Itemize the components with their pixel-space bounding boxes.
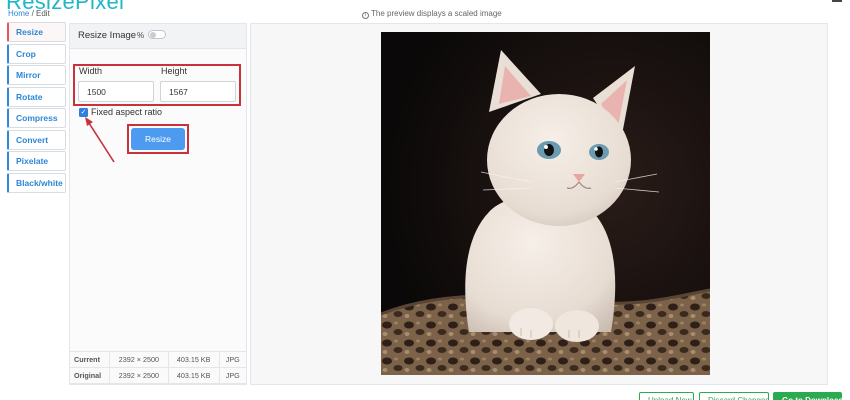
breadcrumb-current: Edit (36, 9, 50, 18)
tab-pixelate[interactable]: Pixelate (7, 151, 66, 171)
preview-note: i The preview displays a scaled image (362, 9, 502, 19)
height-label: Height (161, 66, 188, 76)
tab-crop[interactable]: Crop (7, 43, 66, 64)
row-label: Original (69, 367, 110, 384)
breadcrumb-home-link[interactable]: Home (8, 9, 29, 18)
resize-button[interactable]: Resize (131, 128, 185, 150)
table-row: Current 2392 × 2500 403.15 KB JPG (69, 351, 248, 368)
percent-toggle[interactable] (148, 30, 166, 39)
size-cell: 403.15 KB (167, 367, 220, 384)
preview-note-text: The preview displays a scaled image (371, 9, 502, 18)
info-icon: i (362, 12, 369, 19)
tab-convert[interactable]: Convert (7, 129, 66, 150)
kitten-photo (381, 32, 710, 375)
table-row: Original 2392 × 2500 403.15 KB JPG (69, 367, 248, 384)
tab-black-white[interactable]: Black/white (7, 172, 66, 193)
tab-compress[interactable]: Compress (7, 108, 66, 128)
go-to-download-button[interactable]: Go to Download (773, 392, 843, 400)
menu-icon[interactable] (832, 0, 842, 2)
tab-resize[interactable]: Resize (7, 22, 66, 42)
tab-mirror[interactable]: Mirror (7, 65, 66, 85)
row-label: Current (69, 351, 110, 368)
format-cell: JPG (218, 367, 248, 384)
format-cell: JPG (218, 351, 248, 368)
height-input[interactable] (160, 81, 236, 102)
toggle-knob (150, 32, 156, 38)
size-cell: 403.15 KB (167, 351, 220, 368)
upload-new-button[interactable]: Upload New (639, 392, 694, 400)
breadcrumb: Home / Edit (8, 9, 50, 18)
preview-image (381, 32, 710, 375)
checkmark-icon: ✓ (80, 109, 87, 116)
tool-tabs: Resize Crop Mirror Rotate Compress Conve… (7, 22, 66, 194)
dimensions-cell: 2392 × 2500 (109, 367, 169, 384)
percent-label: % (137, 31, 145, 40)
tab-rotate[interactable]: Rotate (7, 86, 66, 107)
width-input[interactable] (78, 81, 154, 102)
dimensions-cell: 2392 × 2500 (109, 351, 169, 368)
image-info-table: Current 2392 × 2500 403.15 KB JPG Origin… (69, 351, 248, 384)
breadcrumb-separator: / (29, 9, 37, 18)
discard-changes-button[interactable]: Discard Changes (699, 392, 769, 400)
annotation-arrow (85, 117, 115, 163)
width-label: Width (79, 66, 103, 76)
